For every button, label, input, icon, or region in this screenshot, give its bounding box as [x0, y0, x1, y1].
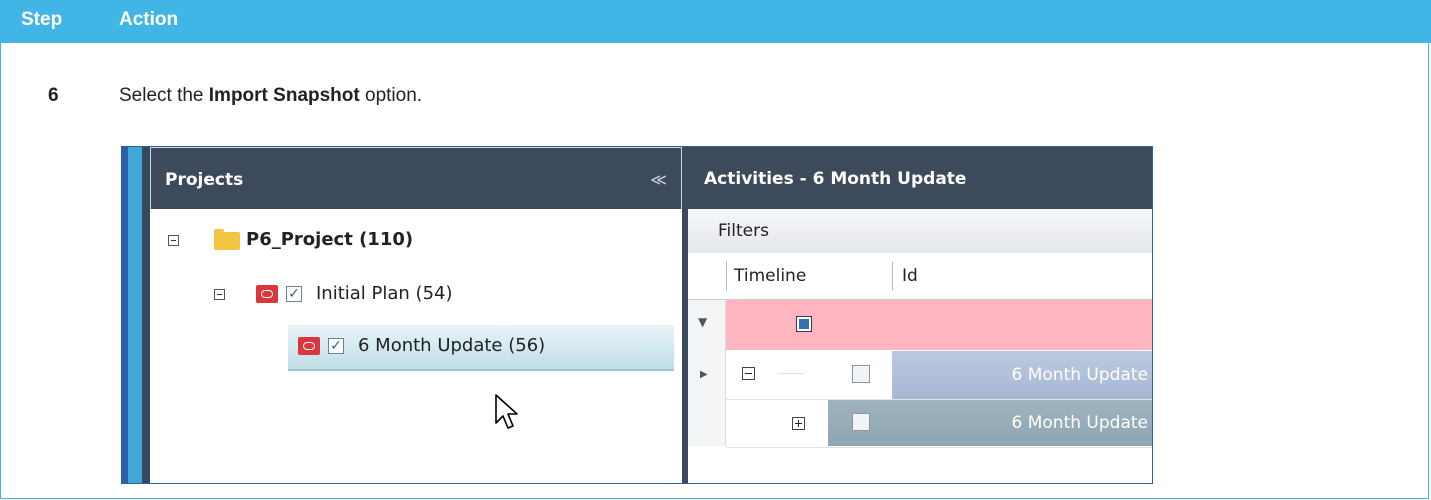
mouse-cursor-icon [495, 394, 518, 429]
collapse-toggle-icon[interactable] [168, 235, 179, 246]
step-instruction: Select the Import Snapshot option. [119, 85, 422, 107]
window-edge-dark [142, 147, 150, 483]
column-separator[interactable] [892, 261, 893, 291]
activities-panel: Activities - 6 Month Update Filters Time… [688, 147, 1152, 483]
column-header-id[interactable]: Id [902, 266, 918, 286]
tree-item-label: 6 Month Update (56) [358, 335, 546, 356]
column-header-row: Timeline Id [688, 253, 1152, 300]
activities-panel-header: Activities - 6 Month Update [688, 147, 1152, 209]
tree-item-initial-plan[interactable]: ✓ Initial Plan (54) [150, 277, 670, 313]
checkbox-checked-icon[interactable]: ✓ [328, 338, 344, 354]
tree-item-p6-project[interactable]: P6_Project (110) [150, 223, 670, 259]
collapse-toggle-icon[interactable] [214, 289, 225, 300]
step-table: Step Action 6 Select the Import Snapshot… [0, 0, 1431, 499]
window-edge-accent [128, 147, 142, 483]
projects-panel: Projects ≪ P6_Project (110) ✓ Initial Pl… [150, 147, 688, 483]
filters-label[interactable]: Filters [718, 221, 769, 241]
row-checkbox-icon[interactable] [852, 365, 870, 383]
action-column-header: Action [119, 9, 179, 30]
row-divider [726, 447, 1152, 448]
row-label: 6 Month Update [1011, 413, 1148, 433]
tree-item-label: Initial Plan (54) [316, 283, 453, 304]
table-header: Step Action [1, 0, 1431, 43]
collapse-panel-icon[interactable]: ≪ [650, 170, 667, 189]
step-column-header: Step [21, 9, 63, 30]
activities-panel-title: Activities - 6 Month Update [704, 169, 967, 189]
filter-row[interactable] [726, 300, 1152, 350]
step-number: 6 [48, 85, 59, 106]
row-label: 6 Month Update [1011, 365, 1148, 385]
filter-funnel-icon[interactable]: ▼ [698, 315, 707, 329]
application-screenshot: Projects ≪ P6_Project (110) ✓ Initial Pl… [121, 146, 1153, 484]
filters-bar[interactable]: Filters [688, 209, 1152, 254]
table-row[interactable]: 6 Month Update [828, 400, 1152, 446]
instruction-text-after: option. [359, 85, 423, 106]
tree-item-6-month-update[interactable]: ✓ 6 Month Update (56) [288, 325, 674, 371]
row-checkbox-icon[interactable] [852, 413, 870, 431]
projects-panel-header: Projects ≪ [150, 147, 682, 209]
tree-connector-line [778, 373, 804, 374]
row-expand-arrow-icon[interactable]: ▶ [700, 369, 708, 380]
collapse-toggle-icon[interactable] [742, 367, 755, 380]
folder-icon [214, 229, 240, 250]
column-separator [726, 261, 727, 291]
column-header-timeline[interactable]: Timeline [734, 266, 806, 286]
table-row[interactable]: 6 Month Update [892, 351, 1152, 399]
instruction-option-name: Import Snapshot [208, 85, 360, 106]
oracle-icon [256, 285, 278, 303]
tree-item-label: P6_Project (110) [246, 229, 414, 250]
projects-panel-title: Projects [165, 170, 244, 190]
expand-toggle-icon[interactable] [792, 417, 805, 430]
oracle-icon [298, 337, 320, 355]
instruction-text-before: Select the [119, 85, 209, 106]
filter-toggle-icon[interactable] [796, 316, 812, 332]
checkbox-checked-icon[interactable]: ✓ [286, 286, 302, 302]
